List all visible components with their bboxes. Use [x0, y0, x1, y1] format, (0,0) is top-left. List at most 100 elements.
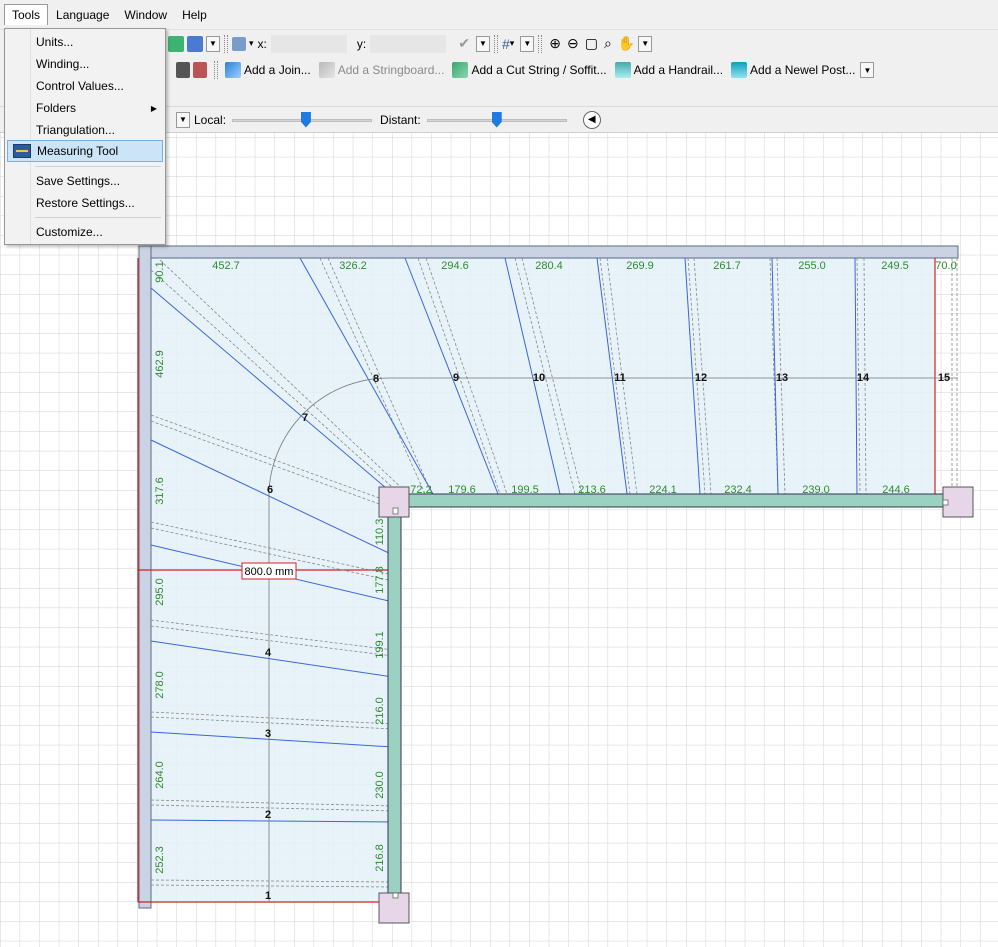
measure-label: 232.4	[724, 484, 752, 496]
coords-dropdown[interactable]: ▼	[475, 35, 490, 52]
pan-hand-icon[interactable]: ✋	[618, 35, 635, 52]
toolbar-grip-2[interactable]	[493, 34, 498, 53]
distant-slider[interactable]	[426, 111, 567, 129]
add-newel-post-button[interactable]: Add a Newel Post...	[728, 59, 858, 81]
menu-item-measuring-tool[interactable]: Measuring Tool	[7, 140, 163, 162]
add-handrail-button[interactable]: Add a Handrail...	[612, 59, 726, 81]
measure-label: 177.8	[374, 566, 386, 594]
tread-number: 11	[614, 372, 626, 384]
tread-number: 2	[265, 809, 271, 821]
tread-number: 1	[265, 890, 271, 902]
measuring-tool-icon	[13, 144, 31, 158]
menu-item-restore-settings[interactable]: Restore Settings...	[7, 192, 163, 214]
add-dropdown[interactable]: ▼	[860, 62, 875, 78]
zoom-dropdown[interactable]: ▼	[638, 35, 653, 52]
grid-dropdown[interactable]: ▼	[520, 35, 535, 52]
add-cut-string-label: Add a Cut String / Soffit...	[471, 63, 607, 77]
measure-label: 244.6	[882, 484, 910, 496]
menu-separator	[35, 166, 161, 167]
add-stringboard-button[interactable]: Add a Stringboard...	[316, 59, 448, 81]
newel-post-icon	[731, 62, 748, 78]
measure-label: 216.0	[374, 697, 386, 725]
menu-tools[interactable]: Tools	[4, 4, 49, 25]
measure-label: 264.0	[154, 761, 166, 789]
tread-number: 6	[267, 484, 273, 496]
view-select-dropdown[interactable]: ▼	[176, 111, 190, 128]
menu-item-units[interactable]: Units...	[7, 31, 163, 53]
menu-item-winding[interactable]: Winding...	[7, 53, 163, 75]
tread-number: 14	[857, 372, 870, 384]
measure-label: 255.0	[798, 260, 826, 272]
zoom-out-icon[interactable]: ⊖	[567, 35, 579, 52]
toolbar-grip-3[interactable]	[538, 34, 543, 53]
menu-item-customize[interactable]: Customize...	[7, 221, 163, 243]
local-slider[interactable]	[232, 111, 373, 129]
measure-label: 249.5	[881, 260, 909, 272]
post-alt-icon[interactable]	[193, 62, 207, 78]
stringboard-icon	[318, 62, 335, 78]
zoom-window-icon[interactable]: ⌕	[604, 35, 612, 52]
tread-number: 8	[373, 373, 379, 385]
handrail-icon	[614, 62, 631, 78]
tread-number: 9	[453, 372, 459, 384]
post-icon[interactable]	[176, 62, 190, 78]
grid-icon[interactable]: #	[502, 36, 510, 52]
measure-label: 269.9	[626, 260, 654, 272]
menu-item-folders[interactable]: Folders ▶	[7, 97, 163, 119]
menubar: Tools Language Window Help	[0, 0, 998, 30]
newel-post-marker	[392, 507, 399, 515]
menu-separator	[35, 217, 161, 218]
tread-number: 4	[265, 647, 272, 659]
menu-item-label: Save Settings...	[36, 174, 121, 188]
tread-number: 13	[776, 372, 788, 384]
menu-window[interactable]: Window	[117, 5, 174, 25]
menu-item-label: Measuring Tool	[37, 144, 119, 158]
menu-item-label: Folders	[36, 101, 77, 115]
2d-view-icon[interactable]	[187, 35, 203, 52]
menu-item-triangulation[interactable]: Triangulation...	[7, 119, 163, 141]
add-join-button[interactable]: Add a Join...	[222, 59, 314, 81]
measure-label: 252.3	[154, 846, 166, 874]
3d-view-icon[interactable]	[168, 35, 184, 52]
x-label: x:	[257, 36, 267, 51]
menu-help[interactable]: Help	[175, 5, 214, 25]
menu-item-label: Winding...	[36, 57, 90, 71]
submenu-arrow-icon: ▶	[150, 103, 157, 113]
menu-item-label: Units...	[36, 35, 74, 49]
tread-number: 10	[533, 372, 545, 384]
tread-number: 7	[302, 412, 308, 424]
local-label: Local:	[194, 112, 227, 127]
menu-item-control-values[interactable]: Control Values...	[7, 75, 163, 97]
measure-label: 179.6	[448, 484, 476, 496]
zoom-extents-icon[interactable]: ▢	[585, 35, 598, 52]
toolbar-grip-4[interactable]	[214, 61, 218, 79]
y-coordinate-input[interactable]	[370, 34, 447, 53]
menu-item-save-settings[interactable]: Save Settings...	[7, 170, 163, 192]
tools-menu: Units... Winding... Control Values... Fo…	[4, 28, 166, 245]
distant-slider-thumb[interactable]	[491, 111, 502, 128]
join-icon	[225, 62, 241, 78]
snap-icon[interactable]	[232, 36, 246, 51]
apply-check-icon[interactable]: ✔	[458, 35, 470, 52]
cut-string-icon	[452, 62, 469, 78]
left-wall	[138, 245, 152, 909]
measure-label: 280.4	[535, 260, 563, 272]
distant-label: Distant:	[380, 112, 421, 127]
add-cut-string-button[interactable]: Add a Cut String / Soffit...	[449, 59, 609, 81]
measure-label: 72.2	[410, 484, 431, 496]
measure-label: 216.8	[374, 844, 386, 872]
local-slider-thumb[interactable]	[300, 111, 311, 128]
drawing-canvas[interactable]: 1 2 3 4 6 7 8 9 10 11 12 13 14 15 452.7 …	[0, 133, 998, 947]
toolbar-grip[interactable]	[224, 34, 228, 53]
measure-label: 224.1	[649, 484, 677, 496]
menu-item-label: Customize...	[36, 225, 103, 239]
view-dropdown[interactable]: ▼	[206, 35, 220, 52]
measure-label: 261.7	[713, 260, 741, 272]
menu-language[interactable]: Language	[49, 5, 116, 25]
inner-stringer-vertical	[387, 506, 402, 903]
measure-label: 278.0	[154, 671, 166, 699]
zoom-in-icon[interactable]: ⊕	[549, 35, 561, 52]
measuring-tool-value: 800.0 mm	[245, 566, 294, 578]
x-coordinate-input[interactable]	[270, 34, 347, 53]
collapse-left-icon[interactable]: ◀	[582, 110, 601, 129]
